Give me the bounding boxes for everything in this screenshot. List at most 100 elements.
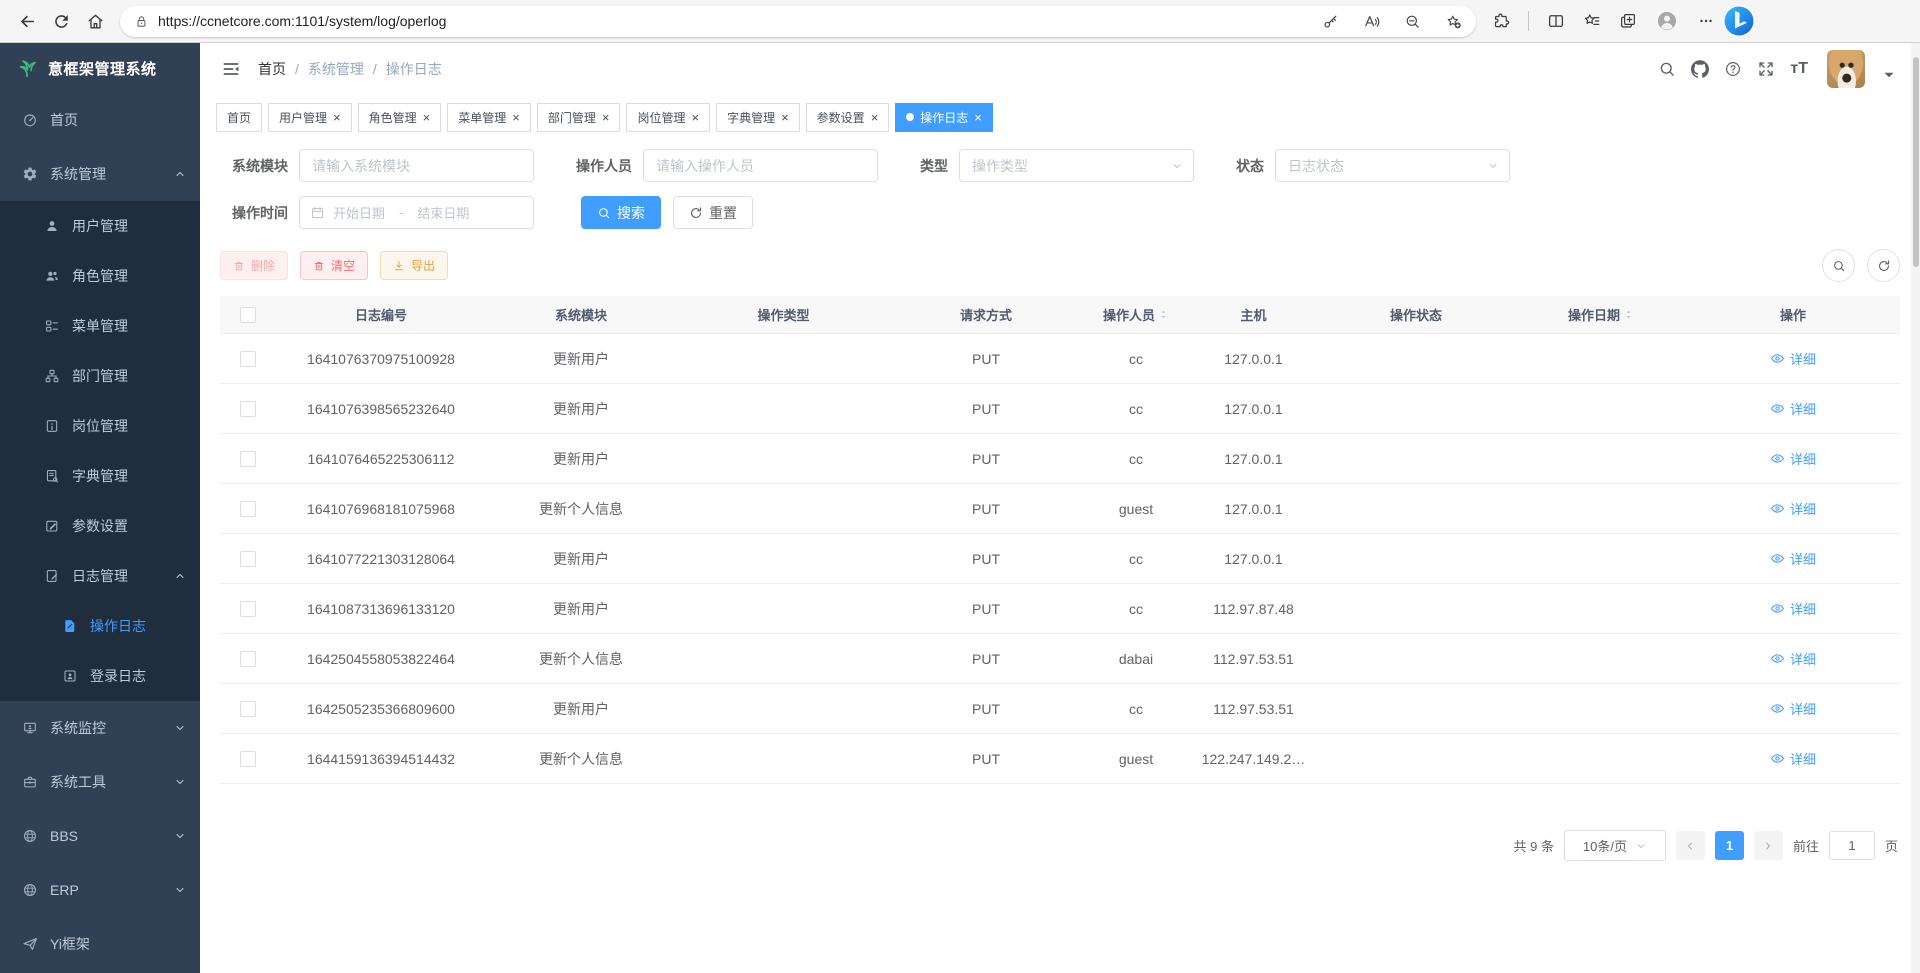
prev-page-button[interactable]	[1676, 831, 1705, 860]
tab-close-icon[interactable]: ×	[512, 111, 520, 124]
avatar-caret-icon[interactable]	[1880, 66, 1898, 84]
browser-refresh-button[interactable]	[44, 4, 78, 38]
tab-岗位管理[interactable]: 岗位管理×	[626, 103, 710, 132]
url-text[interactable]: https://ccnetcore.com:1101/system/log/op…	[158, 13, 446, 29]
sidebar-item-menus[interactable]: 菜单管理	[0, 301, 200, 351]
zoom-out-icon[interactable]	[1404, 13, 1421, 30]
detail-link[interactable]: 详细	[1770, 599, 1816, 618]
tab-close-icon[interactable]: ×	[423, 111, 431, 124]
page-scrollbar[interactable]	[1911, 43, 1920, 973]
tab-字典管理[interactable]: 字典管理×	[716, 103, 800, 132]
detail-link[interactable]: 详细	[1770, 699, 1816, 718]
help-icon[interactable]	[1724, 60, 1742, 78]
bing-chat-icon[interactable]	[1721, 3, 1757, 39]
browser-back-button[interactable]	[10, 4, 44, 38]
status-select[interactable]: 日志状态	[1275, 149, 1510, 182]
split-screen-icon[interactable]	[1547, 12, 1565, 30]
sidebar-item-system[interactable]: 系统管理	[0, 147, 200, 201]
scrollbar-thumb[interactable]	[1913, 57, 1919, 267]
browser-profile-icon[interactable]	[1655, 9, 1679, 33]
font-size-icon[interactable]: тT	[1790, 61, 1808, 77]
sidebar-item-params[interactable]: 参数设置	[0, 501, 200, 551]
row-checkbox[interactable]	[240, 501, 256, 517]
detail-link[interactable]: 详细	[1770, 499, 1816, 518]
export-button[interactable]: 导出	[380, 251, 448, 280]
row-checkbox[interactable]	[240, 651, 256, 667]
tab-角色管理[interactable]: 角色管理×	[358, 103, 442, 132]
column-header-operator[interactable]: 操作人员	[1081, 296, 1191, 334]
user-avatar[interactable]	[1827, 50, 1865, 88]
select-all-checkbox[interactable]	[240, 307, 256, 323]
sidebar-item-operlog[interactable]: 操作日志	[0, 601, 200, 651]
sidebar-item-logs[interactable]: 日志管理	[0, 551, 200, 601]
collections-icon[interactable]	[1619, 12, 1637, 30]
fullscreen-icon[interactable]	[1757, 60, 1775, 78]
page-size-select[interactable]: 10条/页	[1564, 830, 1666, 861]
detail-link[interactable]: 详细	[1770, 649, 1816, 668]
tab-首页[interactable]: 首页	[216, 103, 262, 132]
add-favorite-icon[interactable]	[1445, 13, 1462, 30]
reset-button[interactable]: 重置	[673, 196, 753, 229]
read-aloud-icon[interactable]	[1363, 13, 1380, 30]
refresh-table-button[interactable]	[1867, 249, 1900, 282]
detail-link[interactable]: 详细	[1770, 349, 1816, 368]
sidebar-item-posts[interactable]: 岗位管理	[0, 401, 200, 451]
favorites-icon[interactable]	[1583, 12, 1601, 30]
sortable-header[interactable]: 操作人员	[1103, 305, 1169, 324]
clear-button[interactable]: 清空	[300, 251, 368, 280]
sortable-header[interactable]: 操作日期	[1568, 305, 1634, 324]
goto-page-input[interactable]	[1829, 831, 1875, 860]
sidebar-item-dict[interactable]: 字典管理	[0, 451, 200, 501]
browser-home-button[interactable]	[78, 4, 112, 38]
sidebar-item-loginlog[interactable]: 登录日志	[0, 651, 200, 701]
tab-close-icon[interactable]: ×	[781, 111, 789, 124]
row-checkbox[interactable]	[240, 701, 256, 717]
sidebar-item-users[interactable]: 用户管理	[0, 201, 200, 251]
sidebar-item-home[interactable]: 首页	[0, 93, 200, 147]
detail-link[interactable]: 详细	[1770, 399, 1816, 418]
tab-菜单管理[interactable]: 菜单管理×	[447, 103, 531, 132]
tab-用户管理[interactable]: 用户管理×	[268, 103, 352, 132]
search-button[interactable]: 搜索	[581, 196, 661, 229]
type-select[interactable]: 操作类型	[959, 149, 1194, 182]
row-checkbox[interactable]	[240, 751, 256, 767]
sidebar-item-tools[interactable]: 系统工具	[0, 755, 200, 809]
sidebar-collapse-button[interactable]	[214, 52, 248, 86]
row-checkbox[interactable]	[240, 601, 256, 617]
sidebar-item-erp[interactable]: ERP	[0, 863, 200, 917]
sidebar-item-monitor[interactable]: 系统监控	[0, 701, 200, 755]
detail-link[interactable]: 详细	[1770, 449, 1816, 468]
tab-close-icon[interactable]: ×	[333, 111, 341, 124]
github-icon[interactable]	[1691, 60, 1709, 78]
password-key-icon[interactable]	[1322, 13, 1339, 30]
tab-close-icon[interactable]: ×	[974, 111, 982, 124]
sidebar-item-bbs[interactable]: BBS	[0, 809, 200, 863]
tab-操作日志[interactable]: 操作日志×	[895, 103, 993, 132]
sidebar-item-roles[interactable]: 角色管理	[0, 251, 200, 301]
detail-link[interactable]: 详细	[1770, 549, 1816, 568]
row-checkbox[interactable]	[240, 401, 256, 417]
tab-close-icon[interactable]: ×	[871, 111, 879, 124]
show-search-toggle-button[interactable]	[1822, 249, 1855, 282]
module-input[interactable]	[299, 149, 534, 182]
row-checkbox[interactable]	[240, 551, 256, 567]
sidebar-item-yiframe[interactable]: Yi框架	[0, 917, 200, 971]
extensions-icon[interactable]	[1492, 12, 1510, 30]
column-header-date[interactable]: 操作日期	[1516, 296, 1686, 334]
tab-close-icon[interactable]: ×	[691, 111, 699, 124]
tab-部门管理[interactable]: 部门管理×	[537, 103, 621, 132]
delete-button[interactable]: 删除	[220, 251, 288, 280]
header-search-icon[interactable]	[1658, 60, 1676, 78]
breadcrumb-item[interactable]: 首页	[258, 59, 286, 79]
sidebar-item-depts[interactable]: 部门管理	[0, 351, 200, 401]
detail-link[interactable]: 详细	[1770, 749, 1816, 768]
date-range-picker[interactable]: 开始日期 - 结束日期	[299, 196, 534, 229]
tab-close-icon[interactable]: ×	[602, 111, 610, 124]
browser-address-bar[interactable]: https://ccnetcore.com:1101/system/log/op…	[120, 6, 1476, 37]
operator-input[interactable]	[643, 149, 878, 182]
browser-menu-icon[interactable]	[1697, 12, 1715, 30]
row-checkbox[interactable]	[240, 351, 256, 367]
row-checkbox[interactable]	[240, 451, 256, 467]
next-page-button[interactable]	[1754, 831, 1783, 860]
page-number-1[interactable]: 1	[1715, 831, 1744, 860]
